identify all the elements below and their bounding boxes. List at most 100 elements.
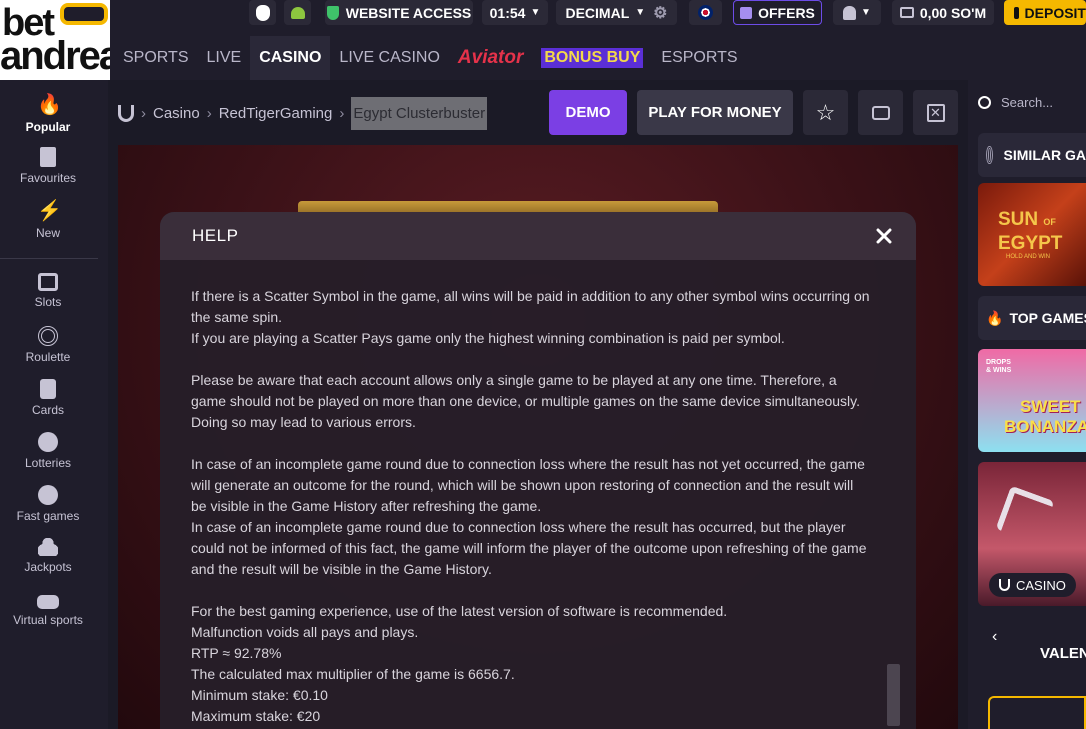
- help-line: be visible in the Game History after ref…: [191, 498, 542, 514]
- user-icon: [843, 5, 857, 20]
- search-icon: [978, 95, 991, 109]
- help-line: Malfunction voids all pays and plays.: [191, 624, 419, 640]
- horseshoe-icon: [999, 579, 1010, 591]
- game-thumb-aviator[interactable]: CASINO: [978, 462, 1086, 606]
- gear-icon: ⚙: [653, 4, 668, 22]
- carousel-prev-button[interactable]: ‹: [992, 628, 997, 646]
- lottery-ball-icon: [38, 432, 58, 452]
- time-label: 01:54: [489, 4, 526, 21]
- sidebar-item-slots[interactable]: Slots: [0, 273, 96, 309]
- deposit-icon: [1014, 6, 1019, 19]
- help-line: Doing so may lead to various errors.: [191, 414, 416, 430]
- help-line: The calculated max multiplier of the gam…: [191, 666, 515, 682]
- sidebar-item-popular[interactable]: 🔥 Popular: [0, 94, 96, 134]
- sidebar-item-lotteries[interactable]: Lotteries: [0, 432, 96, 470]
- time-display[interactable]: 01:54 ▼: [482, 0, 548, 25]
- chevron-down-icon: ▼: [635, 7, 646, 18]
- sidebar: 🔥 Popular Favourites ⚡ New Slots Roulett…: [0, 80, 108, 729]
- deposit-label: DEPOSIT: [1024, 4, 1086, 21]
- nav-live[interactable]: LIVE: [198, 36, 251, 80]
- breadcrumb-separator: ›: [141, 104, 146, 122]
- help-line: RTP ≈ 92.78%: [191, 645, 282, 661]
- game-thumb-sun-of-egypt[interactable]: SUN OF EGYPT HOLD AND WIN: [978, 183, 1086, 286]
- wallet-icon: [899, 7, 914, 18]
- sidebar-item-label: Jackpots: [24, 560, 72, 574]
- shield-icon: [326, 5, 339, 20]
- offers-button[interactable]: OFFERS: [733, 0, 822, 25]
- gift-icon: [740, 6, 753, 19]
- language-button[interactable]: [689, 0, 722, 25]
- website-access-button[interactable]: WEBSITE ACCESS: [325, 0, 473, 25]
- help-line: and the result will be visible in the Ga…: [191, 561, 492, 577]
- chevron-down-icon: ▼: [861, 7, 871, 18]
- account-menu-button[interactable]: ▼: [833, 0, 881, 25]
- android-icon: [290, 6, 305, 19]
- main-nav: SPORTS LIVE CASINO LIVE CASINO Aviator B…: [110, 36, 747, 80]
- logo-text-andreas: andreas: [0, 34, 110, 78]
- breadcrumb-provider[interactable]: RedTigerGaming: [219, 105, 333, 122]
- slot-machine-icon: [38, 273, 58, 291]
- nav-aviator[interactable]: Aviator: [449, 36, 532, 80]
- android-app-button[interactable]: [284, 0, 311, 25]
- fullscreen-button[interactable]: [858, 90, 903, 135]
- carousel-label: VALENT: [1040, 645, 1086, 662]
- search-field[interactable]: Search...: [975, 86, 1086, 118]
- similar-games-label: SIMILAR GA: [1003, 147, 1086, 163]
- sidebar-divider: [0, 258, 98, 259]
- roulette-icon: [986, 146, 993, 164]
- nav-bonus-buy[interactable]: BONUS BUY: [532, 36, 652, 80]
- demo-button[interactable]: DEMO: [549, 90, 627, 135]
- chevron-down-icon: ▼: [530, 7, 541, 18]
- speedometer-icon: [38, 485, 58, 505]
- help-modal: HELP If there is a Scatter Symbol in the…: [160, 212, 916, 729]
- help-line: Please be aware that each account allows…: [191, 372, 837, 388]
- fullscreen-icon: [871, 105, 890, 120]
- help-line: In case of an incomplete game round due …: [191, 519, 846, 535]
- nav-live-casino[interactable]: LIVE CASINO: [330, 36, 448, 80]
- fire-icon: 🔥: [37, 94, 62, 116]
- help-line: the same spin.: [191, 309, 283, 325]
- sidebar-item-label: New: [35, 226, 60, 240]
- breadcrumb-separator: ›: [206, 104, 212, 122]
- breadcrumb-separator: ›: [339, 104, 345, 122]
- carousel-card[interactable]: [988, 696, 1086, 729]
- sidebar-item-jackpots[interactable]: Jackpots: [0, 538, 96, 574]
- sidebar-item-label: Favourites: [19, 171, 77, 185]
- similar-games-header[interactable]: SIMILAR GA: [978, 133, 1086, 177]
- help-text: If there is a Scatter Symbol in the game…: [191, 286, 881, 727]
- sidebar-item-favourites[interactable]: Favourites: [0, 147, 96, 185]
- help-line: Minimum stake: €0.10: [191, 687, 328, 703]
- roulette-icon: [38, 326, 58, 346]
- sun-of-egypt-subtitle: HOLD AND WIN: [1006, 254, 1051, 260]
- plane-icon: [995, 485, 1055, 545]
- deposit-button[interactable]: DEPOSIT: [1004, 0, 1086, 25]
- coins-icon: [38, 538, 58, 556]
- nav-sports[interactable]: SPORTS: [110, 36, 198, 80]
- help-line: will generate an outcome for the round, …: [191, 477, 854, 493]
- top-games-header[interactable]: 🔥 TOP GAMES: [978, 296, 1086, 340]
- odds-format-select[interactable]: DECIMAL ▼ ⚙: [556, 0, 677, 25]
- sidebar-item-virtual-sports[interactable]: Virtual sports: [0, 591, 96, 627]
- brand-logo[interactable]: bet andreas: [0, 0, 110, 80]
- fire-icon: 🔥: [986, 309, 1004, 326]
- game-thumb-sweet-bonanza[interactable]: DROPS & WINS SWEET BONANZA: [978, 349, 1086, 452]
- help-scrollbar[interactable]: [887, 664, 900, 726]
- help-line: For the best gaming experience, use of t…: [191, 603, 728, 619]
- close-icon[interactable]: [872, 224, 896, 248]
- play-for-money-button[interactable]: PLAY FOR MONEY: [637, 90, 793, 135]
- breadcrumb: › Casino › RedTigerGaming › Egypt Cluste…: [118, 95, 488, 131]
- apple-app-button[interactable]: [249, 0, 276, 25]
- breadcrumb-casino[interactable]: Casino: [153, 105, 200, 122]
- horseshoe-icon[interactable]: [118, 104, 134, 122]
- sidebar-item-cards[interactable]: Cards: [0, 379, 96, 417]
- nav-esports[interactable]: ESPORTS: [652, 36, 746, 80]
- favourite-button[interactable]: ☆: [803, 90, 848, 135]
- sidebar-item-new[interactable]: ⚡ New: [0, 200, 96, 240]
- balance-display[interactable]: 0,00 SO'M: [892, 0, 994, 25]
- close-game-button[interactable]: ✕: [913, 90, 958, 135]
- sidebar-item-fast-games[interactable]: Fast games: [0, 485, 96, 523]
- sidebar-item-roulette[interactable]: Roulette: [0, 326, 96, 364]
- nav-casino[interactable]: CASINO: [250, 36, 331, 80]
- top-games-label: TOP GAMES: [1009, 310, 1086, 326]
- offers-label: OFFERS: [758, 4, 815, 21]
